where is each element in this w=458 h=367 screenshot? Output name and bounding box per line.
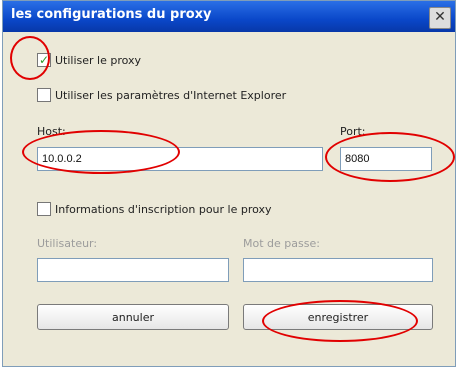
dialog-title: les configurations du proxy xyxy=(11,7,212,22)
save-button[interactable]: enregistrer xyxy=(243,304,433,330)
close-icon[interactable]: ✕ xyxy=(429,7,451,29)
password-label: Mot de passe: xyxy=(243,237,320,250)
use-proxy-option[interactable]: ✓ Utiliser le proxy xyxy=(37,53,141,67)
user-label: Utilisateur: xyxy=(37,237,98,250)
host-label: Host: xyxy=(37,125,66,138)
use-proxy-checkbox[interactable]: ✓ xyxy=(37,53,51,67)
password-input[interactable] xyxy=(243,258,433,282)
proxy-auth-option[interactable]: Informations d'inscription pour le proxy xyxy=(37,202,272,216)
use-ie-settings-label: Utiliser les paramètres d'Internet Explo… xyxy=(55,88,287,102)
user-input[interactable] xyxy=(37,258,229,282)
port-input[interactable] xyxy=(340,147,432,171)
proxy-auth-checkbox[interactable] xyxy=(37,202,51,216)
checkmark-icon: ✓ xyxy=(38,53,50,67)
cancel-button[interactable]: annuler xyxy=(37,304,229,330)
title-bar[interactable]: les configurations du proxy ✕ xyxy=(3,1,455,32)
use-ie-settings-checkbox[interactable] xyxy=(37,88,51,102)
proxy-settings-dialog: les configurations du proxy ✕ ✓ Utiliser… xyxy=(2,0,456,367)
host-input[interactable] xyxy=(37,147,323,171)
use-ie-settings-option[interactable]: Utiliser les paramètres d'Internet Explo… xyxy=(37,88,286,102)
proxy-auth-label: Informations d'inscription pour le proxy xyxy=(55,202,272,216)
use-proxy-label: Utiliser le proxy xyxy=(55,53,142,67)
dialog-body: ✓ Utiliser le proxy Utiliser les paramèt… xyxy=(3,32,455,366)
port-label: Port: xyxy=(340,125,366,138)
